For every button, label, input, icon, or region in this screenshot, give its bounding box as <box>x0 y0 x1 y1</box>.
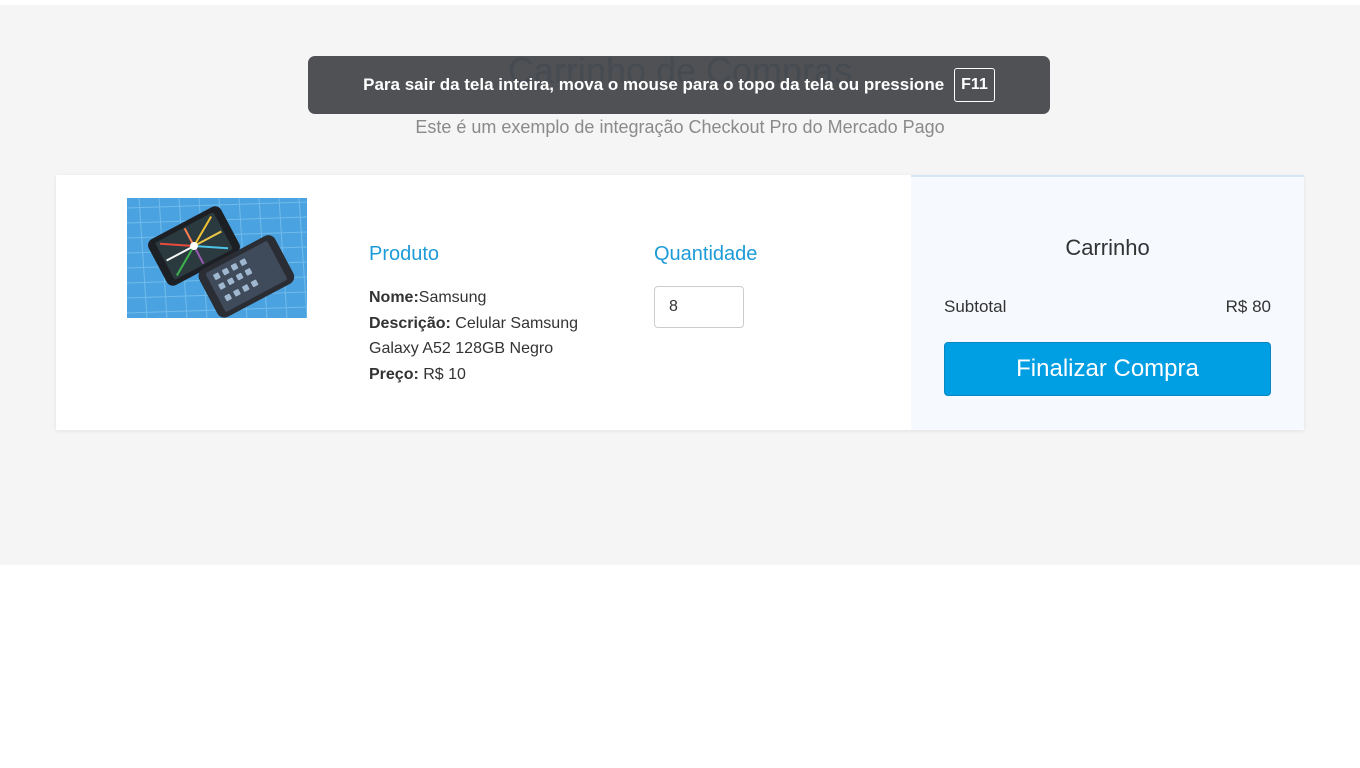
product-name-value: Samsung <box>418 289 487 306</box>
fullscreen-exit-notice: Para sair da tela inteira, mova o mouse … <box>308 56 1050 114</box>
cart-summary-title: Carrinho <box>1065 235 1150 260</box>
cart-card: Produto Nome:Samsung Descrição: Celular … <box>56 175 1304 430</box>
product-name-label: Nome: <box>369 289 419 306</box>
product-section-title: Produto <box>369 243 440 265</box>
product-price-label: Preço: <box>369 365 419 383</box>
subtotal-value: R$ 80 <box>1225 297 1271 316</box>
product-info: Nome:Samsung Descrição: Celular Samsung … <box>369 285 629 387</box>
page-subtitle: Este é um exemplo de integração Checkout… <box>415 117 945 137</box>
product-description-label: Descrição: <box>369 314 451 332</box>
quantity-section-title: Quantidade <box>654 243 758 265</box>
f11-key-badge: F11 <box>954 68 995 102</box>
quantity-input[interactable] <box>654 286 744 328</box>
subtotal-label: Subtotal <box>944 297 1007 316</box>
product-image <box>127 198 307 318</box>
product-price-value: R$ 10 <box>418 365 466 383</box>
checkout-button[interactable]: Finalizar Compra <box>944 342 1271 396</box>
cart-summary-panel: Carrinho Subtotal R$ 80 Finalizar Compra <box>911 175 1304 430</box>
fullscreen-notice-text: Para sair da tela inteira, mova o mouse … <box>363 75 945 94</box>
